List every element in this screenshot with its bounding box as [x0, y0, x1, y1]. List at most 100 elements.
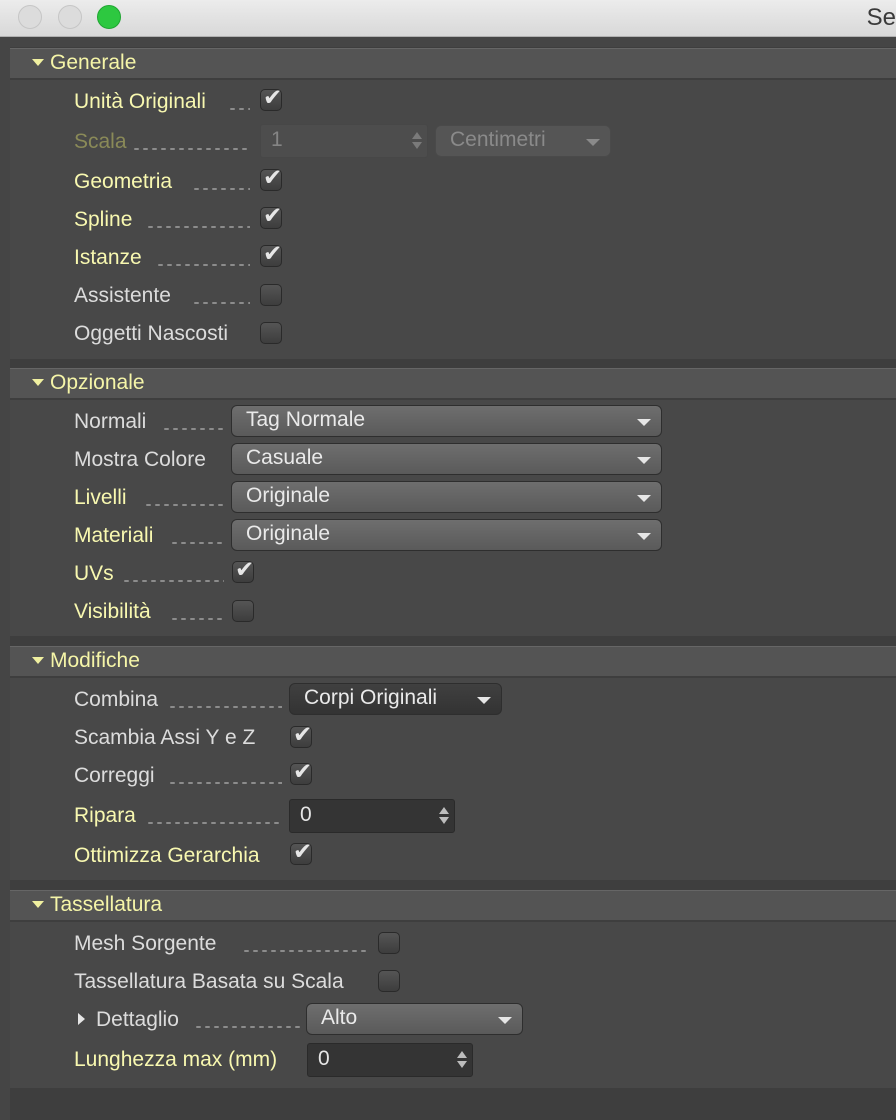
label-uvs: UVs — [74, 562, 114, 585]
leader-dots — [144, 504, 224, 506]
mostra-colore-dropdown[interactable]: Casuale — [231, 443, 662, 475]
label-mostra-colore: Mostra Colore — [74, 448, 206, 471]
zoom-window-button[interactable] — [97, 5, 121, 29]
checkmark-icon: ✔ — [263, 241, 283, 267]
leader-dots — [170, 542, 224, 544]
dettaglio-dropdown[interactable]: Alto — [306, 1003, 523, 1035]
section-body-generale — [10, 80, 896, 359]
label-spline: Spline — [74, 208, 133, 231]
leader-dots — [192, 188, 250, 190]
combina-value: Corpi Originali — [304, 686, 438, 709]
checkbox-istanze[interactable]: ✔ — [260, 241, 282, 267]
label-assistente: Assistente — [74, 284, 171, 307]
section-title: Opzionale — [50, 371, 145, 394]
checkbox-tassellatura-scala[interactable] — [378, 970, 400, 992]
leader-dots — [122, 580, 224, 582]
leader-dots — [192, 302, 250, 304]
scala-value: 1 — [271, 128, 283, 151]
stepper-arrows-icon[interactable] — [439, 807, 449, 825]
checkbox-assistente[interactable] — [260, 284, 282, 306]
checkmark-icon: ✔ — [263, 85, 283, 111]
lunghezza-max-value: 0 — [318, 1047, 330, 1070]
label-dettaglio: Dettaglio — [96, 1008, 179, 1031]
livelli-dropdown[interactable]: Originale — [231, 481, 662, 513]
stepper-arrows-icon[interactable] — [412, 132, 422, 150]
ripara-number-field[interactable]: 0 — [289, 799, 455, 833]
checkmark-icon: ✔ — [263, 165, 283, 191]
dropdown-arrow-icon — [498, 1017, 512, 1024]
normali-dropdown[interactable]: Tag Normale — [231, 405, 662, 437]
section-header-tassellatura[interactable]: Tassellatura — [10, 890, 896, 920]
checkmark-icon: ✔ — [263, 203, 283, 229]
leader-dots — [194, 1026, 300, 1028]
checkbox-uvs[interactable]: ✔ — [232, 557, 254, 583]
window-title: Se — [866, 4, 896, 31]
ripara-value: 0 — [300, 803, 312, 826]
minimize-window-button[interactable] — [58, 5, 82, 29]
section-header-modifiche[interactable]: Modifiche — [10, 646, 896, 676]
disclosure-collapsed-icon[interactable] — [78, 1013, 85, 1025]
checkbox-unita-originali[interactable]: ✔ — [260, 85, 282, 111]
checkbox-correggi[interactable]: ✔ — [290, 759, 312, 785]
checkbox-geometria[interactable]: ✔ — [260, 165, 282, 191]
label-normali: Normali — [74, 410, 147, 433]
scala-unit-dropdown[interactable]: Centimetri — [435, 125, 611, 157]
leader-dots — [156, 264, 250, 266]
leader-dots — [146, 226, 250, 228]
label-materiali: Materiali — [74, 524, 154, 547]
scala-unit-value: Centimetri — [450, 128, 546, 151]
disclosure-triangle-icon — [32, 59, 44, 66]
label-ottimizza-gerarchia: Ottimizza Gerarchia — [74, 844, 260, 867]
normali-value: Tag Normale — [246, 408, 366, 431]
dropdown-arrow-icon — [637, 495, 651, 502]
dettaglio-value: Alto — [321, 1006, 358, 1029]
label-istanze: Istanze — [74, 246, 142, 269]
leader-dots — [170, 618, 224, 620]
section-header-opzionale[interactable]: Opzionale — [10, 368, 896, 398]
label-livelli: Livelli — [74, 486, 127, 509]
leader-dots — [146, 822, 282, 824]
leader-dots — [168, 782, 282, 784]
dropdown-arrow-icon — [586, 139, 600, 146]
label-combina: Combina — [74, 688, 159, 711]
section-title: Generale — [50, 51, 137, 74]
checkbox-visibilita[interactable] — [232, 600, 254, 622]
dropdown-arrow-icon — [477, 697, 491, 704]
checkbox-scambia-assi[interactable]: ✔ — [290, 722, 312, 748]
leader-dots — [242, 950, 368, 952]
label-geometria: Geometria — [74, 170, 173, 193]
scala-number-field[interactable]: 1 — [260, 124, 428, 158]
disclosure-triangle-icon — [32, 379, 44, 386]
label-mesh-sorgente: Mesh Sorgente — [74, 932, 217, 955]
checkbox-spline[interactable]: ✔ — [260, 203, 282, 229]
leader-dots — [228, 108, 250, 110]
materiali-dropdown[interactable]: Originale — [231, 519, 662, 551]
livelli-value: Originale — [246, 484, 331, 507]
checkbox-ottimizza-gerarchia[interactable]: ✔ — [290, 839, 312, 865]
leader-dots — [132, 148, 250, 150]
section-title: Modifiche — [50, 649, 140, 672]
lunghezza-max-number-field[interactable]: 0 — [307, 1043, 473, 1077]
label-tassellatura-scala: Tassellatura Basata su Scala — [74, 970, 344, 993]
leader-dots — [162, 428, 224, 430]
window-titlebar[interactable]: Se — [0, 0, 896, 37]
label-ripara: Ripara — [74, 804, 136, 827]
label-lunghezza-max: Lunghezza max (mm) — [74, 1048, 278, 1071]
leader-dots — [168, 706, 282, 708]
close-window-button[interactable] — [18, 5, 42, 29]
checkbox-mesh-sorgente[interactable] — [378, 932, 400, 954]
label-oggetti-nascosti: Oggetti Nascosti — [74, 322, 229, 345]
dropdown-arrow-icon — [637, 419, 651, 426]
combina-dropdown[interactable]: Corpi Originali — [289, 683, 502, 715]
label-visibilita: Visibilità — [74, 600, 151, 623]
section-header-generale[interactable]: Generale — [10, 48, 896, 78]
checkmark-icon: ✔ — [293, 759, 313, 785]
stepper-arrows-icon[interactable] — [457, 1051, 467, 1069]
dropdown-arrow-icon — [637, 533, 651, 540]
checkmark-icon: ✔ — [293, 722, 313, 748]
checkmark-icon: ✔ — [293, 839, 313, 865]
checkbox-oggetti-nascosti[interactable] — [260, 322, 282, 344]
label-scambia-assi: Scambia Assi Y e Z — [74, 726, 256, 749]
materiali-value: Originale — [246, 522, 331, 545]
disclosure-triangle-icon — [32, 901, 44, 908]
